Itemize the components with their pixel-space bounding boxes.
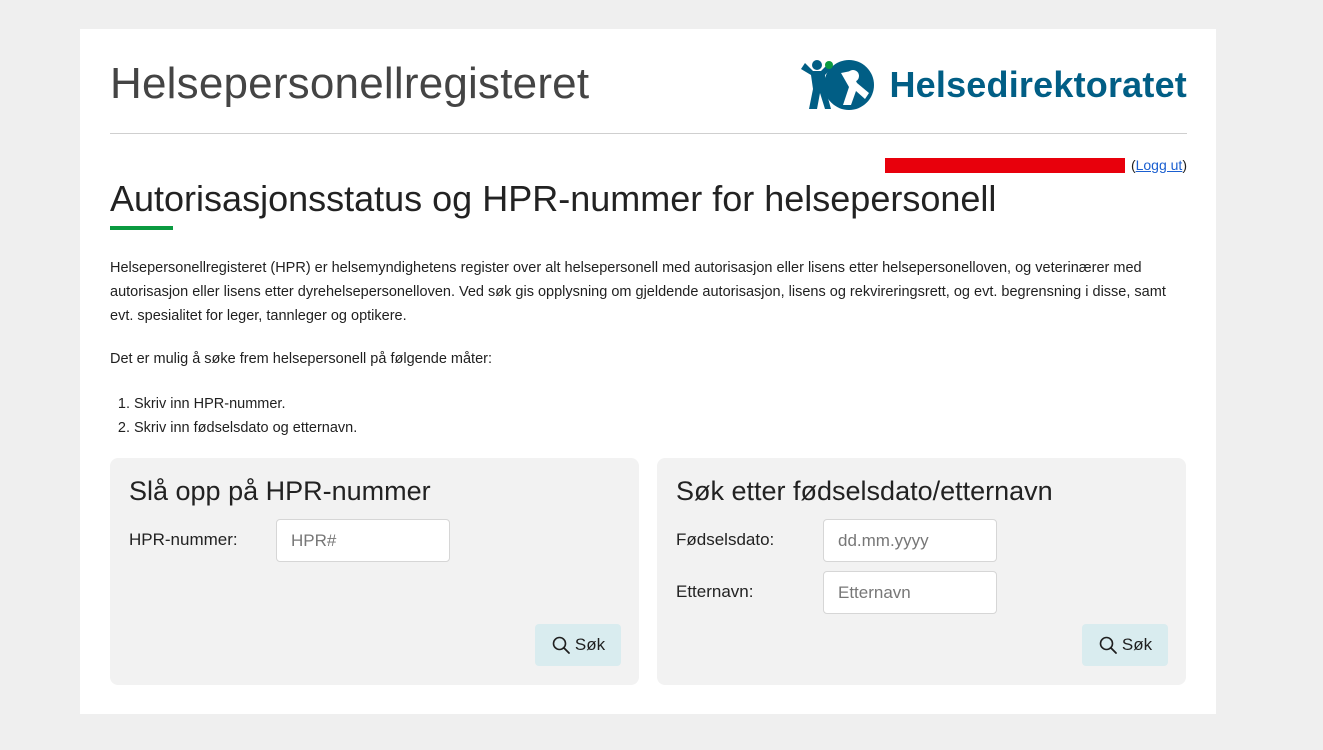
- user-bar: ( Logg ut ): [884, 156, 1187, 174]
- dob-label: Fødselsdato:: [676, 530, 775, 549]
- hpr-number-input[interactable]: [276, 519, 450, 562]
- helsedirektoratet-figures-logo-icon: [801, 60, 875, 110]
- hpr-number-label: HPR-nummer:: [129, 530, 238, 549]
- page-heading: Autorisasjonsstatus og HPR-nummer for he…: [110, 178, 997, 219]
- redacted-username: [884, 157, 1125, 173]
- search-button-label: Søk: [574, 635, 606, 654]
- logout-paren-close: ): [1182, 157, 1187, 173]
- logout-link[interactable]: Logg ut: [1136, 157, 1183, 173]
- list-item: Skriv inn HPR-nummer.: [134, 392, 357, 416]
- search-button-label: Søk: [1121, 635, 1153, 654]
- helsedirektoratet-logo[interactable]: Helsedirektoratet: [799, 59, 1187, 111]
- hpr-search-panel: Slå opp på HPR-nummer HPR-nummer: Søk: [110, 458, 639, 685]
- dob-panel-title: Søk etter fødselsdato/etternavn: [676, 476, 1053, 506]
- lastname-input[interactable]: [823, 571, 997, 614]
- list-item: Skriv inn fødselsdato og etternavn.: [134, 416, 357, 440]
- site-header: Helsepersonellregisteret Helsedirektorat…: [110, 29, 1187, 134]
- methods-intro: Det er mulig å søke frem helsepersonell …: [110, 351, 493, 367]
- search-icon: [552, 636, 570, 654]
- hpr-panel-title: Slå opp på HPR-nummer: [129, 476, 431, 506]
- lastname-label: Etternavn:: [676, 582, 754, 601]
- hpr-search-button[interactable]: Søk: [535, 624, 621, 666]
- logo-text: Helsedirektoratet: [889, 64, 1187, 105]
- site-title: Helsepersonellregisteret: [110, 59, 590, 108]
- dob-search-button[interactable]: Søk: [1082, 624, 1168, 666]
- heading-underline: [110, 226, 173, 230]
- dob-input[interactable]: [823, 519, 997, 562]
- search-methods-list: Skriv inn HPR-nummer. Skriv inn fødselsd…: [110, 392, 357, 440]
- page-container: Helsepersonellregisteret Helsedirektorat…: [80, 29, 1216, 714]
- search-icon: [1099, 636, 1117, 654]
- dob-search-panel: Søk etter fødselsdato/etternavn Fødselsd…: [657, 458, 1186, 685]
- intro-paragraph: Helsepersonellregisteret (HPR) er helsem…: [110, 260, 1166, 324]
